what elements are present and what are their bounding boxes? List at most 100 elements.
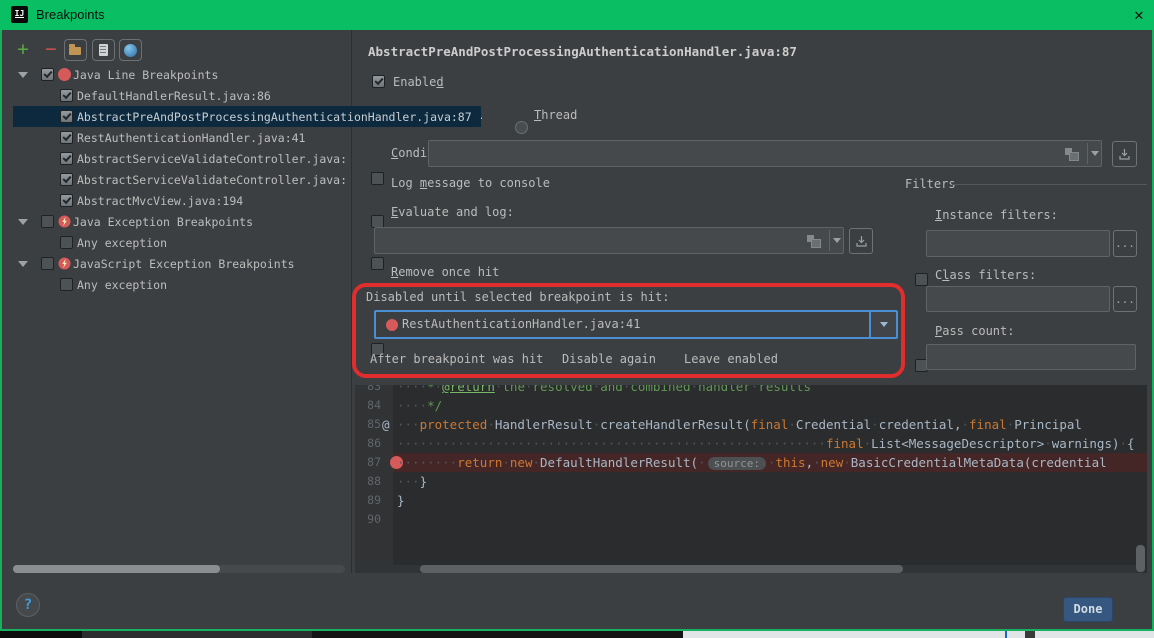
- filters-separator: [952, 184, 1147, 185]
- tree-item-checkbox[interactable]: [60, 152, 73, 165]
- breakpoint-tree-item[interactable]: AbstractServiceValidateController.java:: [13, 169, 345, 190]
- breakpoint-tree-item[interactable]: JavaScript Exception Breakpoints: [13, 253, 345, 274]
- instance-filters-input[interactable]: [926, 230, 1110, 257]
- class-filters-input[interactable]: [926, 286, 1110, 312]
- class-icon: [124, 44, 137, 57]
- intellij-logo: IJ: [11, 6, 28, 23]
- chevron-down-icon[interactable]: [833, 238, 841, 243]
- help-button[interactable]: ?: [16, 593, 40, 617]
- tree-item-label: AbstractServiceValidateController.java:: [77, 173, 345, 187]
- tree-item-label: Java Line Breakpoints: [73, 68, 218, 82]
- code-line: 90: [355, 510, 1147, 529]
- tree-item-checkbox[interactable]: [60, 236, 73, 249]
- expander-icon[interactable]: [18, 72, 28, 78]
- line-number: 89: [355, 491, 381, 510]
- window-title: Breakpoints: [36, 7, 105, 22]
- tree-item-label: Any exception: [77, 236, 167, 250]
- editor-hscrollbar[interactable]: [356, 565, 1146, 573]
- tree-item-label: JavaScript Exception Breakpoints: [73, 257, 295, 271]
- breakpoint-tree-item[interactable]: Any exception: [13, 232, 345, 253]
- code-line: 88···}: [355, 472, 1147, 491]
- code-line: 89}: [355, 491, 1147, 510]
- breakpoint-tree-item[interactable]: AbstractPreAndPostProcessingAuthenticati…: [13, 106, 481, 127]
- tree-item-label: Java Exception Breakpoints: [73, 215, 253, 229]
- tree-item-checkbox[interactable]: [60, 173, 73, 186]
- breakpoint-tree-item[interactable]: AbstractServiceValidateController.java:: [13, 148, 345, 169]
- line-number: 85: [355, 415, 381, 434]
- tree-item-checkbox[interactable]: [60, 194, 73, 207]
- parameter-hint: source:: [708, 457, 766, 470]
- editor-hscrollbar-thumb[interactable]: [420, 565, 903, 573]
- line-number: 88: [355, 472, 381, 491]
- breakpoint-tree-item[interactable]: Java Line Breakpoints: [13, 64, 345, 85]
- history-icon[interactable]: [1065, 148, 1080, 160]
- tree-item-checkbox[interactable]: [41, 257, 54, 270]
- class-filters-more-button[interactable]: ...: [1113, 286, 1137, 312]
- breakpoint-dot-icon: [58, 68, 71, 81]
- code-line: 84····*/: [355, 396, 1147, 415]
- expander-icon[interactable]: [18, 261, 28, 267]
- file-icon: [99, 44, 108, 56]
- pass-count-label[interactable]: Pass count:: [935, 324, 1014, 339]
- tree-hscrollbar-thumb[interactable]: [13, 565, 220, 573]
- line-number: 90: [355, 510, 381, 529]
- tree-item-checkbox[interactable]: [60, 278, 73, 291]
- background-strip: [312, 631, 683, 638]
- tree-item-label: Any exception: [77, 278, 167, 292]
- tree-item-checkbox[interactable]: [41, 68, 54, 81]
- disable-again-label[interactable]: Disable again: [562, 352, 656, 367]
- expander-icon[interactable]: [18, 219, 28, 225]
- annotation-gutter-icon: @: [382, 415, 390, 434]
- instance-filters-checkbox[interactable]: [915, 273, 928, 286]
- breakpoint-tree-item[interactable]: Any exception: [13, 274, 345, 295]
- background-strip: [1025, 631, 1035, 638]
- class-filters-label[interactable]: Class filters:: [935, 268, 1036, 283]
- tree-item-checkbox[interactable]: [60, 131, 73, 144]
- chevron-down-icon[interactable]: [1091, 151, 1099, 156]
- background-strip: [683, 631, 1154, 638]
- group-by-folder-button[interactable]: [64, 39, 87, 61]
- suspend-thread-radio[interactable]: [515, 121, 528, 134]
- code-line: 87········return·new·DefaultHandlerResul…: [355, 453, 1147, 472]
- breakpoint-dot-icon: [386, 319, 398, 331]
- tree-hscrollbar[interactable]: [13, 565, 345, 573]
- group-by-class-button[interactable]: [119, 39, 142, 61]
- suspend-thread-label[interactable]: Thread: [534, 108, 577, 123]
- chevron-down-icon: [880, 322, 888, 327]
- breakpoint-tree-item[interactable]: RestAuthenticationHandler.java:41: [13, 127, 345, 148]
- background-strip: [0, 631, 82, 638]
- breakpoint-tree-item[interactable]: DefaultHandlerResult.java:86: [13, 85, 345, 106]
- breakpoint-combobox[interactable]: RestAuthenticationHandler.java:41: [374, 310, 898, 339]
- code-line: 86······································…: [355, 434, 1147, 453]
- condition-input[interactable]: [428, 140, 1102, 167]
- instance-filters-label[interactable]: Instance filters:: [935, 208, 1058, 223]
- tree-item-checkbox[interactable]: [41, 215, 54, 228]
- expand-evaluate-button[interactable]: [849, 228, 873, 254]
- line-number: 87: [355, 453, 381, 472]
- tree-item-label: RestAuthenticationHandler.java:41: [77, 131, 305, 145]
- background-strip: [1005, 631, 1007, 638]
- pass-count-input[interactable]: [926, 344, 1136, 370]
- history-icon[interactable]: [807, 235, 822, 247]
- breakpoint-tree-item[interactable]: AbstractMvcView.java:194: [13, 190, 345, 211]
- breakpoint-tree-item[interactable]: Java Exception Breakpoints: [13, 211, 345, 232]
- leave-enabled-label[interactable]: Leave enabled: [684, 352, 778, 367]
- group-by-file-button[interactable]: [92, 39, 115, 61]
- tree-item-checkbox[interactable]: [60, 110, 73, 123]
- tree-item-checkbox[interactable]: [60, 89, 73, 102]
- after-hit-label: After breakpoint was hit: [370, 352, 543, 367]
- breakpoint-detail-title: AbstractPreAndPostProcessingAuthenticati…: [368, 44, 797, 59]
- editor-vscrollbar-thumb[interactable]: [1136, 545, 1145, 572]
- remove-breakpoint-button[interactable]: −: [42, 38, 60, 60]
- combobox-arrow-button[interactable]: [869, 312, 896, 337]
- add-breakpoint-button[interactable]: +: [14, 38, 32, 60]
- expand-condition-button[interactable]: [1112, 141, 1137, 167]
- tree-item-label: DefaultHandlerResult.java:86: [77, 89, 271, 103]
- close-icon[interactable]: ✕: [1126, 3, 1152, 27]
- code-editor[interactable]: 83····*·@return·the·resolved·and·combine…: [355, 385, 1147, 573]
- done-button[interactable]: Done: [1063, 597, 1113, 622]
- breakpoints-tree[interactable]: Java Line Breakpoints DefaultHandlerResul…: [13, 64, 483, 295]
- instance-filters-more-button[interactable]: ...: [1113, 230, 1137, 257]
- background-strip: [82, 631, 312, 638]
- line-number: 86: [355, 434, 381, 453]
